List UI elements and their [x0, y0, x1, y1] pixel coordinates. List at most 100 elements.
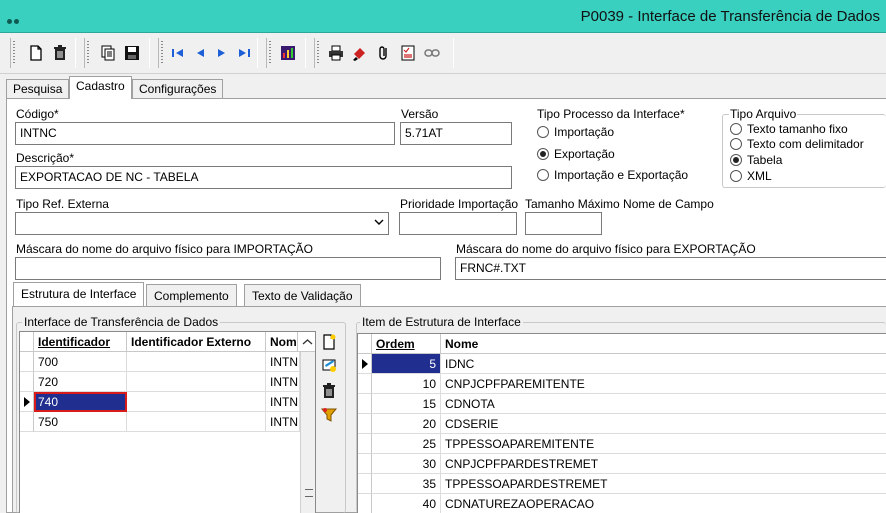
mascara-export-input[interactable]: FRNC#.TXT	[455, 257, 886, 280]
left-cell[interactable]	[127, 412, 266, 432]
copy-document-icon[interactable]	[99, 44, 117, 62]
add-row-icon[interactable]	[320, 333, 338, 351]
radio-texto-delimitador[interactable]: Texto com delimitador	[730, 137, 864, 153]
radio-tabela[interactable]: Tabela	[730, 153, 782, 169]
left-cell[interactable]	[127, 392, 266, 412]
descricao-input[interactable]: EXPORTACAO DE NC - TABELA	[15, 166, 512, 189]
toolbar	[0, 33, 886, 74]
left-grid-scroll-up[interactable]	[298, 332, 316, 352]
radio-importacao-exportacao-circle[interactable]	[537, 169, 549, 181]
left-cell[interactable]: 720	[34, 372, 127, 392]
row-indicator[interactable]	[20, 412, 34, 432]
tab-pesquisa[interactable]: Pesquisa	[6, 79, 70, 98]
edit-row-icon[interactable]	[320, 356, 338, 374]
chevron-up-icon[interactable]	[298, 332, 316, 352]
previous-record-icon[interactable]	[191, 44, 209, 62]
left-header-identificador[interactable]: Identificador	[34, 332, 127, 352]
row-indicator[interactable]	[20, 372, 34, 392]
codigo-input[interactable]: INTNC	[15, 122, 395, 145]
checklist-icon[interactable]	[399, 44, 417, 62]
next-record-icon[interactable]	[213, 44, 231, 62]
first-record-icon[interactable]	[169, 44, 187, 62]
right-header-ordem[interactable]: Ordem	[372, 334, 441, 354]
ordem-cell[interactable]: 20	[372, 414, 441, 434]
report-icon[interactable]	[279, 44, 297, 62]
mascara-import-input[interactable]	[15, 257, 441, 280]
ordem-cell[interactable]: 35	[372, 474, 441, 494]
attach-clip-icon[interactable]	[375, 44, 393, 62]
radio-texto-fixo-label: Texto tamanho fixo	[747, 122, 848, 136]
versao-input[interactable]: 5.71AT	[400, 122, 512, 145]
tipo-ref-label: Tipo Ref. Externa	[16, 197, 109, 211]
left-header-identificador-externo[interactable]: Identificador Externo	[127, 332, 266, 352]
row-indicator[interactable]	[358, 374, 372, 394]
row-indicator[interactable]	[20, 352, 34, 372]
radio-tabela-circle[interactable]	[730, 154, 742, 166]
radio-texto-delimitador-circle[interactable]	[730, 138, 742, 150]
ordem-cell[interactable]: 40	[372, 494, 441, 513]
left-cell[interactable]: 700	[34, 352, 127, 372]
subtab-estrutura[interactable]: Estrutura de Interface	[13, 282, 145, 306]
row-indicator[interactable]	[358, 354, 372, 374]
ordem-cell[interactable]: 10	[372, 374, 441, 394]
nome-cell[interactable]: CDNOTA	[441, 394, 886, 414]
left-cell[interactable]	[127, 372, 266, 392]
save-disk-icon[interactable]	[123, 44, 141, 62]
left-cell[interactable]: INTN	[266, 392, 300, 412]
radio-xml[interactable]: XML	[730, 169, 772, 185]
link-chain-icon[interactable]	[423, 44, 441, 62]
ordem-cell[interactable]: 25	[372, 434, 441, 454]
nome-cell[interactable]: TPPESSOAPARDESTREMET	[441, 474, 886, 494]
nome-cell[interactable]: CDSERIE	[441, 414, 886, 434]
nome-cell[interactable]: CNPJCPFPARDESTREMET	[441, 454, 886, 474]
nome-cell[interactable]: IDNC	[441, 354, 886, 374]
radio-importacao[interactable]: Importação	[537, 125, 614, 141]
radio-importacao-circle[interactable]	[537, 126, 549, 138]
row-indicator[interactable]	[358, 414, 372, 434]
nome-cell[interactable]: CDNATUREZAOPERACAO	[441, 494, 886, 513]
subtab-texto-validacao[interactable]: Texto de Validação	[244, 284, 361, 306]
radio-xml-circle[interactable]	[730, 170, 742, 182]
edit-brush-icon[interactable]	[351, 44, 369, 62]
left-cell[interactable]: 740	[34, 392, 127, 412]
left-header-nome[interactable]: Nom	[266, 332, 298, 352]
radio-texto-fixo[interactable]: Texto tamanho fixo	[730, 122, 848, 138]
row-indicator[interactable]	[358, 394, 372, 414]
last-record-icon[interactable]	[235, 44, 253, 62]
nome-cell[interactable]: CNPJCPFPAREMITENTE	[441, 374, 886, 394]
window-menu-icon[interactable]	[7, 13, 21, 27]
tamanho-input[interactable]	[525, 212, 602, 235]
right-header-nome[interactable]: Nome	[441, 334, 886, 354]
nome-cell[interactable]: TPPESSOAPAREMITENTE	[441, 434, 886, 454]
left-cell[interactable]: 750	[34, 412, 127, 432]
left-grid-scrollbar[interactable]	[300, 352, 315, 513]
ordem-cell[interactable]: 5	[372, 354, 441, 374]
left-cell[interactable]: INTN	[266, 372, 300, 392]
left-cell[interactable]: INTN	[266, 412, 300, 432]
row-indicator[interactable]	[20, 392, 34, 412]
left-cell[interactable]	[127, 352, 266, 372]
filter-icon[interactable]	[320, 406, 338, 424]
row-indicator[interactable]	[358, 494, 372, 513]
delete-row-icon[interactable]	[320, 382, 338, 400]
row-indicator[interactable]	[358, 454, 372, 474]
tipo-ref-select[interactable]	[15, 212, 389, 235]
radio-exportacao[interactable]: Exportação	[537, 147, 615, 163]
prioridade-input[interactable]	[399, 212, 517, 235]
ordem-cell[interactable]: 30	[372, 454, 441, 474]
subtab-complemento[interactable]: Complemento	[146, 284, 237, 306]
radio-texto-fixo-circle[interactable]	[730, 123, 742, 135]
chevron-down-icon[interactable]	[374, 217, 384, 227]
row-indicator[interactable]	[358, 434, 372, 454]
delete-trash-icon[interactable]	[51, 44, 69, 62]
print-icon[interactable]	[327, 44, 345, 62]
scroll-grip-icon[interactable]	[305, 489, 313, 497]
ordem-cell[interactable]: 15	[372, 394, 441, 414]
radio-importacao-exportacao[interactable]: Importação e Exportação	[537, 168, 688, 184]
new-document-icon[interactable]	[27, 44, 45, 62]
radio-exportacao-circle[interactable]	[537, 148, 549, 160]
row-indicator[interactable]	[358, 474, 372, 494]
tab-cadastro[interactable]: Cadastro	[69, 76, 132, 99]
left-cell[interactable]: INTN	[266, 352, 300, 372]
tab-configuracoes[interactable]: Configurações	[132, 79, 224, 98]
